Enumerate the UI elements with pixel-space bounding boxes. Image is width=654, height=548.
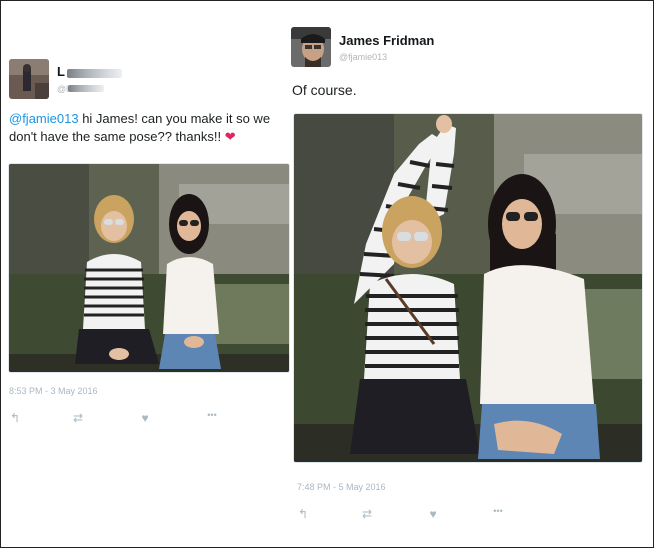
right-tweet-photo[interactable] xyxy=(293,113,643,463)
james-avatar[interactable] xyxy=(291,27,331,67)
james-handle[interactable]: @fjamie013 xyxy=(339,52,387,62)
screenshot-frame: L @l @fjamie013 hi James! can you make i… xyxy=(0,0,654,548)
james-name[interactable]: James Fridman xyxy=(339,33,434,48)
more-icon[interactable]: ••• xyxy=(487,506,509,516)
retweet-icon[interactable]: ⇄ xyxy=(359,507,375,521)
handle-censor-bar xyxy=(68,85,104,92)
right-tweet: James Fridman @fjamie013 Of course. 7:48… xyxy=(291,1,653,547)
left-tweet: L @l @fjamie013 hi James! can you make i… xyxy=(2,1,291,547)
name-censor-bar xyxy=(67,69,122,78)
reply-icon[interactable]: ↰ xyxy=(295,507,311,521)
left-tweet-photo[interactable] xyxy=(8,163,290,373)
like-icon[interactable]: ♥ xyxy=(425,507,441,521)
like-icon[interactable]: ♥ xyxy=(137,411,153,425)
left-timestamp[interactable]: 8:53 PM - 3 May 2016 xyxy=(9,386,98,396)
mention-link[interactable]: @fjamie013 xyxy=(9,111,79,126)
right-timestamp[interactable]: 7:48 PM - 5 May 2016 xyxy=(297,482,386,492)
retweet-icon[interactable]: ⇄ xyxy=(70,411,86,425)
left-user-name[interactable]: L xyxy=(57,64,65,79)
left-user-handle[interactable]: @l xyxy=(57,84,68,94)
left-tweet-text: @fjamie013 hi James! can you make it so … xyxy=(9,110,290,146)
reply-icon[interactable]: ↰ xyxy=(7,411,23,425)
left-user-avatar[interactable] xyxy=(9,59,49,99)
more-icon[interactable]: ••• xyxy=(201,410,223,420)
heart-emoji-icon: ❤ xyxy=(224,129,236,144)
right-tweet-text: Of course. xyxy=(292,82,357,98)
